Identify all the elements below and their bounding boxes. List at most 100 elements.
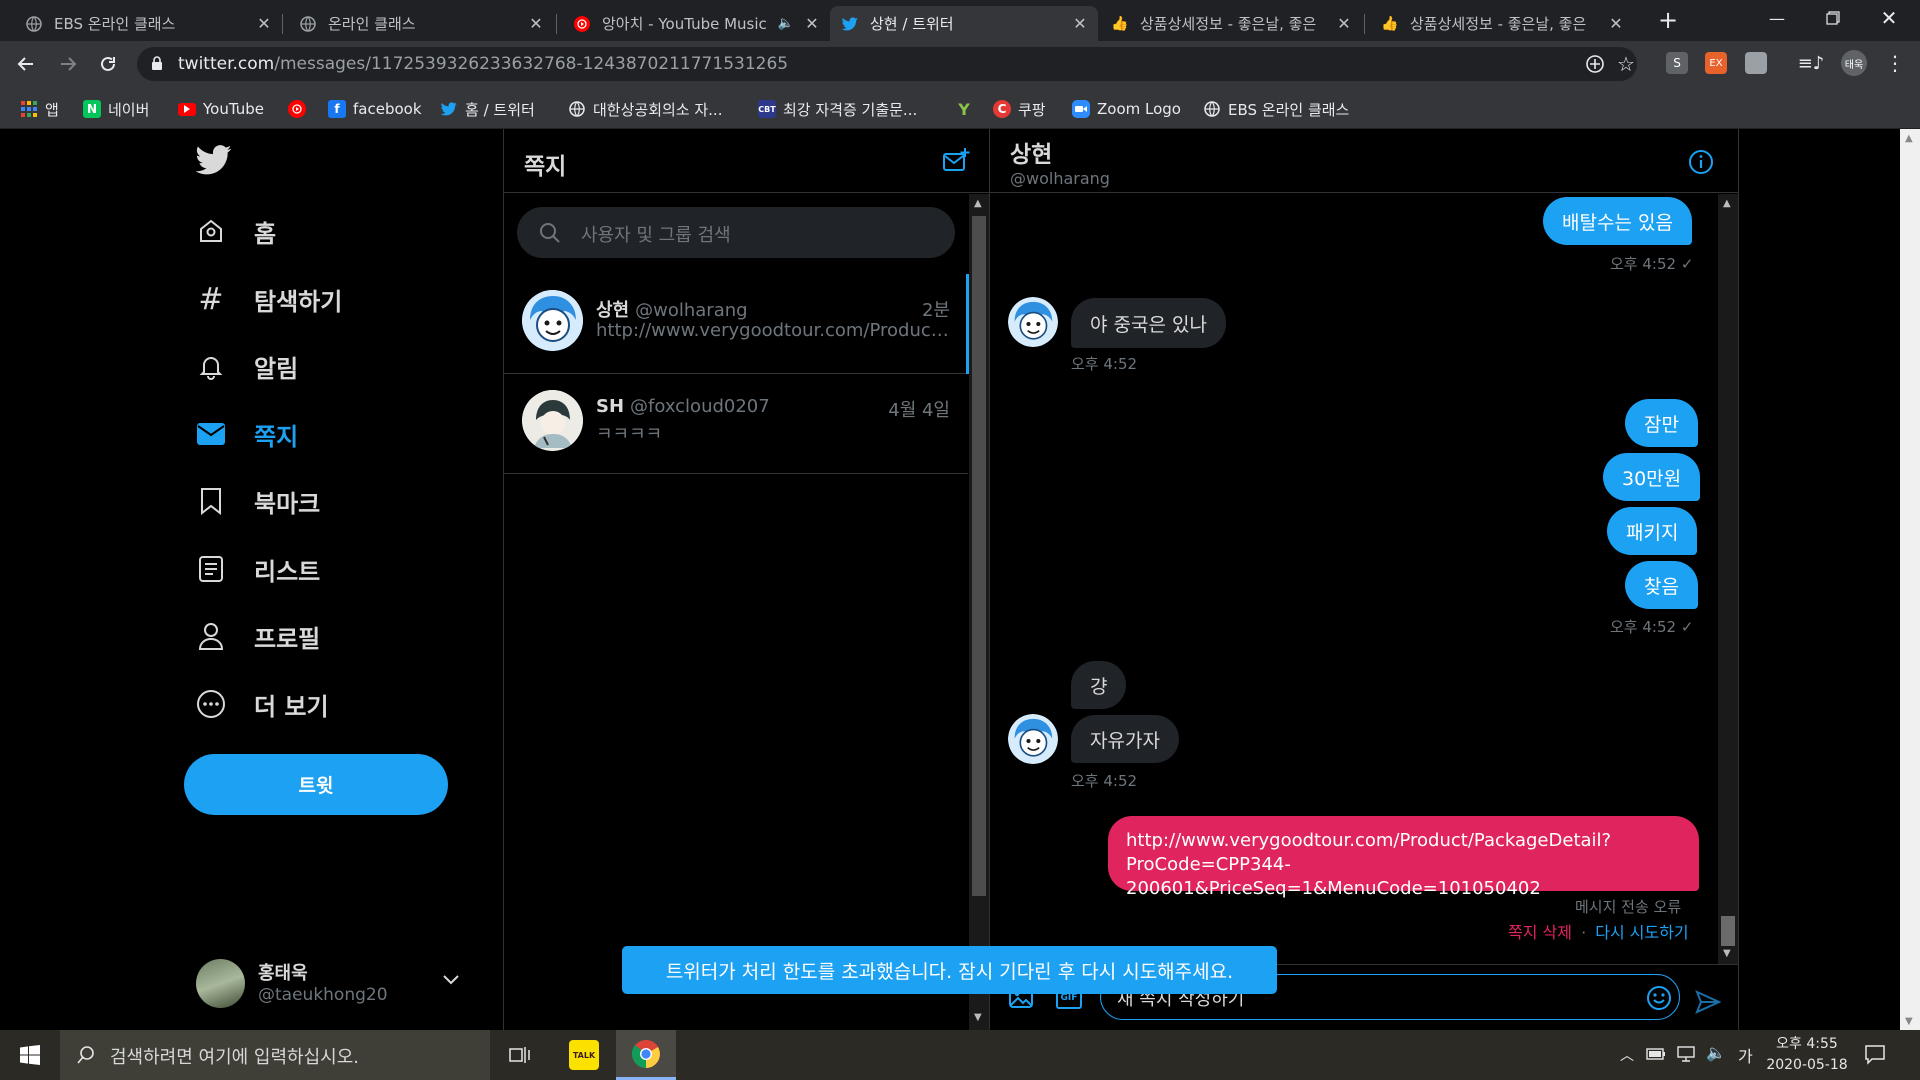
scroll-up-icon[interactable]: ▲ [974,198,982,209]
back-button[interactable] [12,50,40,78]
chrome-taskbar-icon[interactable] [616,1030,676,1080]
bookmark-youtube[interactable]: YouTube [178,98,264,120]
bookmark-naver[interactable]: N 네이버 [83,98,149,120]
retry-link[interactable]: 다시 시도하기 [1595,923,1688,942]
scroll-down-icon[interactable]: ▼ [1905,1016,1913,1027]
nav-label: 탐색하기 [254,287,343,316]
scrollbar-thumb[interactable] [972,216,986,896]
nav-messages[interactable]: 쪽지 [196,414,298,454]
network-icon[interactable] [1676,1045,1696,1067]
scroll-down-icon[interactable]: ▼ [974,1012,982,1023]
tab-twitter-active[interactable]: 상현 / 트위터 ✕ [830,6,1098,41]
media-control-icon[interactable]: ≡♪ [1798,52,1825,74]
battery-icon[interactable] [1646,1046,1666,1065]
tab-online-class[interactable]: 온라인 클래스 ✕ [288,6,554,41]
bookmark-twitter-home[interactable]: 홈 / 트위터 [440,98,535,120]
nav-notifications[interactable]: 알림 [196,346,298,386]
message-bubble-out[interactable]: 30만원 [1603,453,1701,501]
notification-center-icon[interactable] [1864,1043,1886,1069]
scroll-down-icon[interactable]: ▼ [1723,948,1731,959]
bookmark-facebook[interactable]: f facebook [328,98,422,120]
taskbar-search[interactable]: 검색하려면 여기에 입력하십시오. [60,1030,490,1080]
ime-indicator[interactable]: 가 [1738,1043,1753,1067]
tab-verygoodtour-2[interactable]: 👍 상품상세정보 - 좋은날, 좋은 ✕ [1370,6,1634,41]
bookmark-korcham[interactable]: 대한상공회의소 자... [568,98,722,120]
message-bubble-in[interactable]: 야 중국은 있나 [1071,298,1226,348]
chevron-up-icon[interactable]: ︿ [1620,1045,1634,1065]
start-button[interactable] [0,1030,60,1080]
bookmark-apps[interactable]: 앱 [20,98,59,120]
tab-youtube-music[interactable]: 앙아치 - YouTube Music 🔈 ✕ [562,6,830,41]
profile-avatar-icon[interactable]: 태욱 [1841,50,1867,76]
bookmark-zoom[interactable]: Zoom Logo [1072,98,1181,120]
conversation-item-wolharang[interactable]: 상현 @wolharang 2분 http://www.verygoodtour.… [504,274,968,374]
bookmark-cbt[interactable]: CBT 최강 자격증 기출문... [758,98,917,120]
volume-icon[interactable]: 🔈 [1706,1043,1726,1062]
minimize-button[interactable]: — [1754,0,1800,36]
extension-ex-icon[interactable]: EX [1705,52,1727,74]
tweet-button[interactable]: 트윗 [184,754,448,815]
new-tab-button[interactable]: + [1650,6,1686,36]
tab-ebs-online-class[interactable]: EBS 온라인 클래스 ✕ [14,6,282,41]
message-bubble-out[interactable]: 찾음 [1625,561,1698,609]
close-icon[interactable]: ✕ [1606,14,1626,33]
new-message-icon[interactable] [942,147,970,177]
tab-verygoodtour-1[interactable]: 👍 상품상세정보 - 좋은날, 좋은 ✕ [1100,6,1362,41]
bookmark-ebs[interactable]: EBS 온라인 클래스 [1203,98,1349,120]
nav-more[interactable]: 더 보기 [196,684,329,724]
restore-button[interactable] [1810,0,1856,36]
close-icon[interactable]: ✕ [802,14,822,33]
conversation-list-scrollbar[interactable]: ▲ ▼ [969,194,989,1030]
bookmark-star-icon[interactable]: ☆ [1617,52,1635,76]
close-icon[interactable]: ✕ [526,14,546,33]
nav-explore[interactable]: # 탐색하기 [196,279,342,319]
lock-icon[interactable] [151,56,163,75]
scroll-up-icon[interactable]: ▲ [1723,198,1731,209]
message-bubble-in[interactable]: 자유가자 [1071,715,1179,763]
reload-button[interactable] [94,50,122,78]
speaker-icon[interactable]: 🔈 [778,16,794,31]
message-bubble-out[interactable]: 패키지 [1607,507,1698,555]
nav-bookmarks[interactable]: 북마크 [196,481,320,521]
nav-label: 북마크 [254,489,321,518]
task-view-icon[interactable] [490,1030,550,1080]
scroll-up-icon[interactable]: ▲ [1905,133,1913,144]
bookmark-youtube-music[interactable] [288,98,313,120]
close-window-button[interactable]: ✕ [1866,0,1912,36]
search-input[interactable]: 사용자 및 그룹 검색 [517,207,955,258]
kakaotalk-icon[interactable]: TALK [554,1030,614,1080]
delete-message-link[interactable]: 쪽지 삭제 [1508,923,1572,942]
failed-message-bubble[interactable]: http://www.verygoodtour.com/Product/Pack… [1108,816,1699,899]
message-bubble-out[interactable]: 배탈수는 있음 [1543,197,1692,245]
globe-icon [1203,100,1221,118]
emoji-icon[interactable] [1646,985,1672,1015]
page-scrollbar[interactable]: ▲ ▼ [1900,129,1920,1030]
close-icon[interactable]: ✕ [1334,14,1354,33]
chat-scrollbar[interactable]: ▲ ▼ [1718,194,1738,964]
scrollbar-thumb[interactable] [1721,916,1735,946]
extension-tab-icon[interactable] [1745,52,1767,74]
nav-profile[interactable]: 프로필 [196,616,320,656]
send-icon[interactable] [1695,990,1722,1018]
bookmark-coupang[interactable]: C 쿠팡 [993,98,1046,120]
youtube-music-icon [288,100,306,118]
menu-kebab-icon[interactable]: ⋮ [1884,51,1906,75]
address-bar[interactable]: twitter.com/messages/1172539326233632768… [137,47,1637,81]
bookmark-y[interactable]: Y [955,98,980,120]
close-icon[interactable]: ✕ [1070,14,1090,33]
twitter-logo-icon[interactable] [195,145,232,179]
taskbar-clock[interactable]: 오후 4:55 2020-05-18 [1762,1034,1852,1076]
conversation-item-foxcloud[interactable]: SH @foxcloud0207 4월 4일 ㅋㅋㅋㅋ [504,374,968,474]
message-bubble-in[interactable]: 걍 [1071,661,1127,709]
close-icon[interactable]: ✕ [254,14,274,33]
bookmark-label: YouTube [203,100,264,118]
account-switcher[interactable]: 홍태욱 @taeukhong20 [196,959,486,1019]
message-bubble-out[interactable]: 잠만 [1625,399,1698,447]
extension-s-icon[interactable]: S [1666,52,1688,74]
add-icon[interactable] [1585,54,1605,78]
nav-home[interactable]: 홈 [196,211,276,251]
nav-lists[interactable]: 리스트 [196,549,320,589]
nav-label: 알림 [254,354,299,383]
info-icon[interactable] [1688,149,1714,179]
forward-button[interactable] [54,50,82,78]
